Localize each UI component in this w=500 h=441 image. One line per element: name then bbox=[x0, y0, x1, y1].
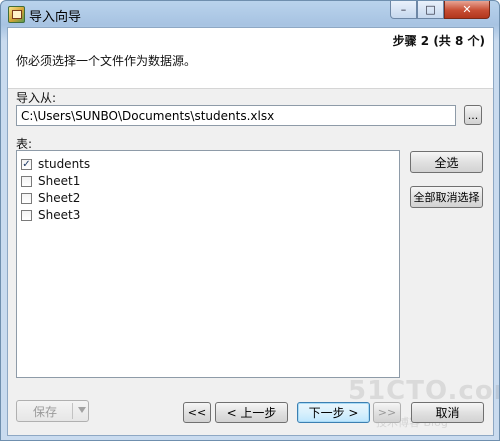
next-button[interactable]: 下一步 > bbox=[297, 402, 370, 423]
wizard-body: 步骤 2 (共 8 个) 你必须选择一个文件作为数据源。 导入从: ... 表:… bbox=[7, 27, 499, 436]
list-item[interactable]: Sheet1 bbox=[21, 173, 80, 189]
select-all-button[interactable]: 全选 bbox=[410, 151, 483, 173]
title-bar[interactable]: 导入向导 – □ ✕ bbox=[1, 1, 499, 27]
table-name: students bbox=[38, 157, 91, 171]
maximize-button[interactable]: □ bbox=[417, 1, 444, 19]
checkbox[interactable] bbox=[21, 209, 32, 221]
cancel-button[interactable]: 取消 bbox=[411, 402, 484, 423]
save-split-button[interactable]: 保存 bbox=[16, 400, 89, 422]
file-path-input[interactable] bbox=[16, 105, 456, 126]
save-label: 保存 bbox=[33, 404, 58, 419]
list-item[interactable]: Sheet3 bbox=[21, 207, 80, 223]
minimize-button[interactable]: – bbox=[390, 1, 417, 19]
list-item[interactable]: Sheet2 bbox=[21, 190, 80, 206]
import-from-label: 导入从: bbox=[16, 91, 57, 105]
instruction-text: 你必须选择一个文件作为数据源。 bbox=[16, 54, 197, 68]
deselect-all-button[interactable]: 全部取消选择 bbox=[410, 186, 483, 208]
close-button[interactable]: ✕ bbox=[444, 1, 490, 19]
checkbox[interactable] bbox=[21, 192, 32, 204]
window-title: 导入向导 bbox=[29, 10, 82, 25]
last-step-button[interactable]: >> bbox=[373, 402, 401, 423]
table-name: Sheet2 bbox=[38, 191, 81, 205]
wizard-header: 步骤 2 (共 8 个) 你必须选择一个文件作为数据源。 bbox=[8, 28, 493, 89]
table-list[interactable]: ✓ students Sheet1 Sheet2 Sheet3 bbox=[16, 150, 400, 378]
browse-button[interactable]: ... bbox=[464, 105, 482, 125]
split-divider bbox=[72, 403, 73, 419]
chevron-down-icon[interactable] bbox=[78, 407, 86, 413]
table-name: Sheet1 bbox=[38, 174, 81, 188]
app-icon bbox=[8, 6, 25, 23]
first-step-button[interactable]: << bbox=[183, 402, 211, 423]
import-wizard-window: 导入向导 – □ ✕ 步骤 2 (共 8 个) 你必须选择一个文件作为数据源。 … bbox=[0, 0, 500, 441]
checkbox[interactable] bbox=[21, 175, 32, 187]
previous-button[interactable]: < 上一步 bbox=[215, 402, 288, 423]
list-item[interactable]: ✓ students bbox=[21, 156, 90, 172]
checkbox-checked[interactable]: ✓ bbox=[21, 158, 32, 170]
step-indicator: 步骤 2 (共 8 个) bbox=[392, 34, 485, 48]
table-name: Sheet3 bbox=[38, 208, 81, 222]
